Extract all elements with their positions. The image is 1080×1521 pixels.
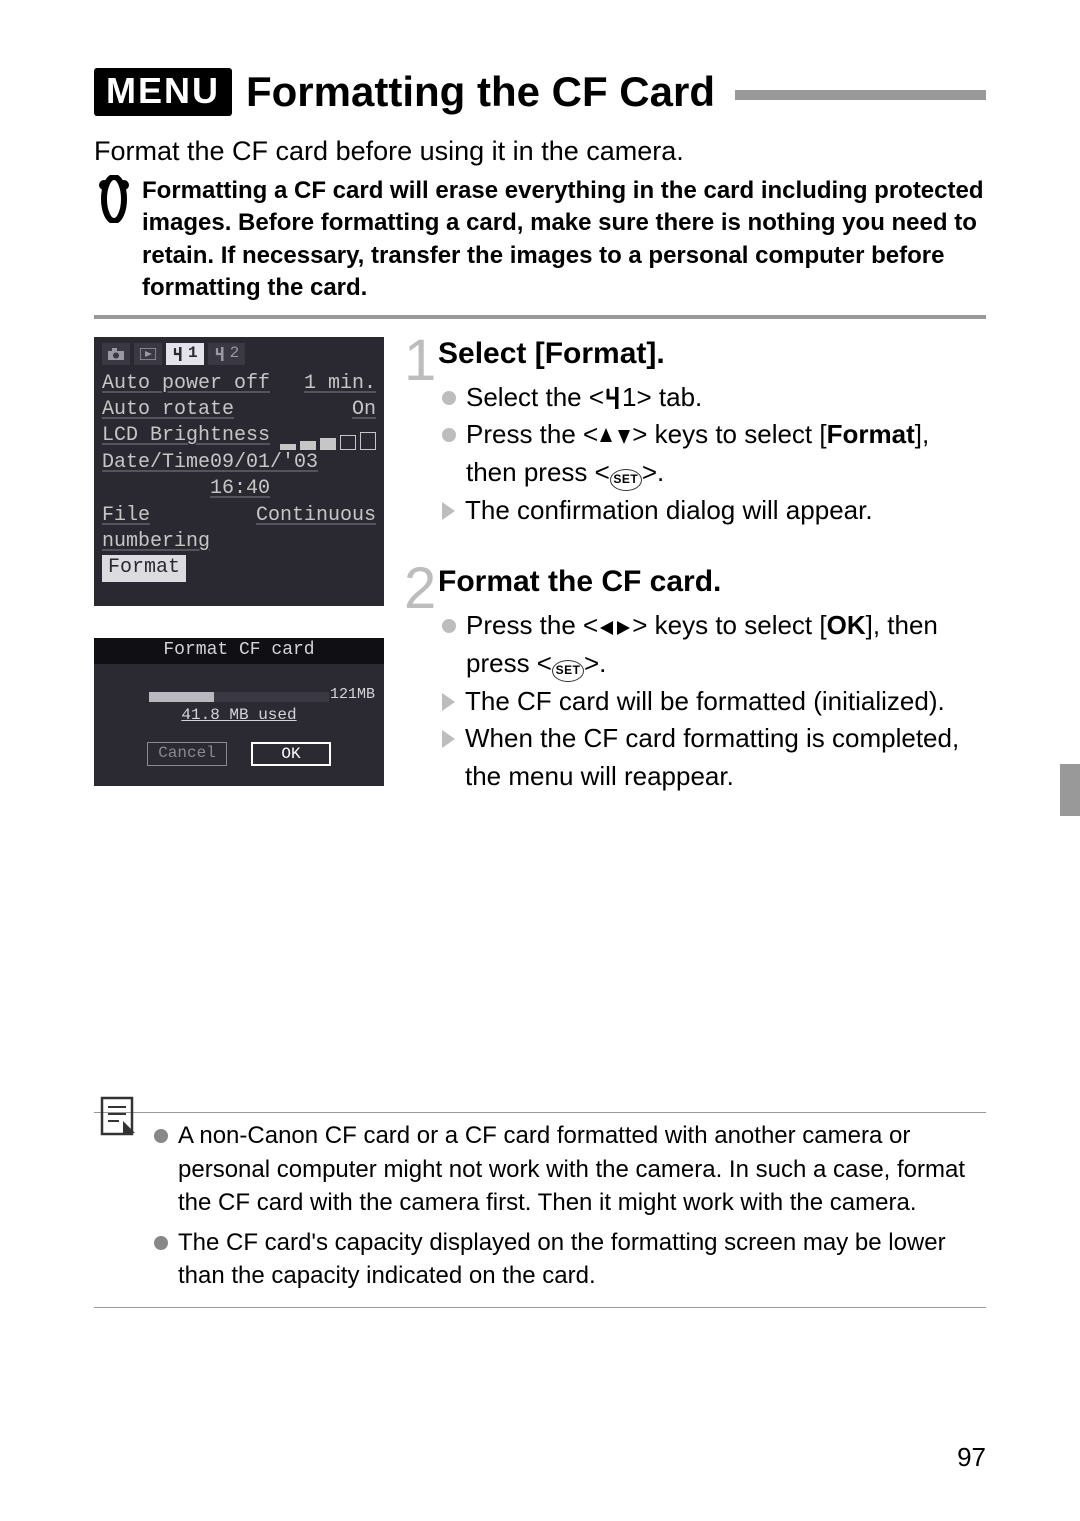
note-2: The CF card's capacity displayed on the … — [178, 1226, 976, 1293]
step2-result2: When the CF card formatting is completed… — [465, 720, 986, 795]
note-bullet-icon — [154, 1236, 168, 1250]
step2-bullet1: Press the <> keys to select [OK], then p… — [466, 607, 986, 682]
wrench-icon — [604, 382, 622, 412]
storage-bar: 121MB — [149, 692, 329, 702]
setup1-tab-num: 1 — [188, 343, 198, 364]
intro-text: Format the CF card before using it in th… — [94, 136, 986, 167]
storage-used: 41.8 MB used — [106, 706, 372, 724]
warning-icon — [94, 175, 134, 223]
lcd-format-title: Format CF card — [94, 638, 384, 664]
storage-capacity: 121MB — [330, 686, 375, 703]
warning-text: Formatting a CF card will erase everythi… — [142, 175, 986, 305]
note-box: A non-Canon CF card or a CF card formatt… — [94, 1112, 986, 1308]
lcd-format-selected: Format — [102, 555, 186, 581]
set-button-icon: SET — [610, 469, 642, 491]
brightness-indicator — [280, 423, 376, 449]
step-2-number: 2 — [404, 555, 436, 622]
setup2-tab-num: 2 — [230, 343, 240, 364]
left-right-arrows-icon — [598, 610, 632, 640]
result-arrow-icon — [442, 693, 455, 711]
lcd-menu-screenshot: 1 2 Auto power off 1 min. Auto rotate On L… — [94, 337, 384, 606]
page-side-tab — [1060, 764, 1080, 816]
page-title: Formatting the CF Card — [246, 68, 715, 116]
ok-button: OK — [251, 742, 331, 766]
setup1-tab-selected: 1 — [166, 343, 204, 365]
warning-block: Formatting a CF card will erase everythi… — [94, 175, 986, 319]
camera-tab-icon — [102, 343, 130, 365]
bullet-icon — [442, 428, 456, 442]
step-1-number: 1 — [404, 327, 436, 394]
note-icon — [98, 1095, 136, 1137]
lcd-filenum-label: File numbering — [102, 503, 256, 556]
lcd-format-dialog: Format CF card 121MB 41.8 MB used Cancel… — [94, 638, 384, 786]
bullet-icon — [442, 619, 456, 633]
lcd-filenum-value: Continuous — [256, 503, 376, 556]
bullet-icon — [442, 391, 456, 405]
step1-bullet1: Select the <1> tab. — [466, 379, 702, 417]
step2-result1: The CF card will be formatted (initializ… — [465, 683, 945, 721]
lcd-auto-rotate-label: Auto rotate — [102, 397, 234, 423]
lcd-auto-power-value: 1 min. — [304, 371, 376, 397]
lcd-auto-power-label: Auto power off — [102, 371, 270, 397]
result-arrow-icon — [442, 730, 455, 748]
page-number: 97 — [957, 1442, 986, 1473]
up-down-arrows-icon — [598, 419, 632, 449]
step-2-heading: Format the CF card. — [438, 565, 986, 599]
note-bullet-icon — [154, 1129, 168, 1143]
lcd-auto-rotate-value: On — [352, 397, 376, 423]
result-arrow-icon — [442, 502, 455, 520]
step1-result: The confirmation dialog will appear. — [465, 492, 873, 530]
lcd-datetime-label: Date/Time — [102, 450, 210, 503]
step-1-heading: Select [Format]. — [438, 337, 986, 371]
page-title-row: MENU Formatting the CF Card — [94, 68, 986, 116]
note-1: A non-Canon CF card or a CF card formatt… — [178, 1119, 976, 1220]
cancel-button: Cancel — [147, 742, 227, 766]
set-button-icon: SET — [552, 660, 584, 682]
step-1: 1 Select [Format]. Select the <1> tab. P… — [438, 337, 986, 530]
play-tab-icon — [134, 343, 162, 365]
lcd-datetime-value: 09/01/'03 16:40 — [210, 450, 376, 503]
title-rule — [735, 90, 986, 100]
step1-bullet2: Press the <> keys to select [Format], th… — [466, 416, 986, 491]
step-2: 2 Format the CF card. Press the <> keys … — [438, 565, 986, 795]
menu-badge: MENU — [94, 68, 232, 116]
setup2-tab: 2 — [208, 343, 246, 365]
lcd-brightness-label: LCD Brightness — [102, 423, 270, 449]
